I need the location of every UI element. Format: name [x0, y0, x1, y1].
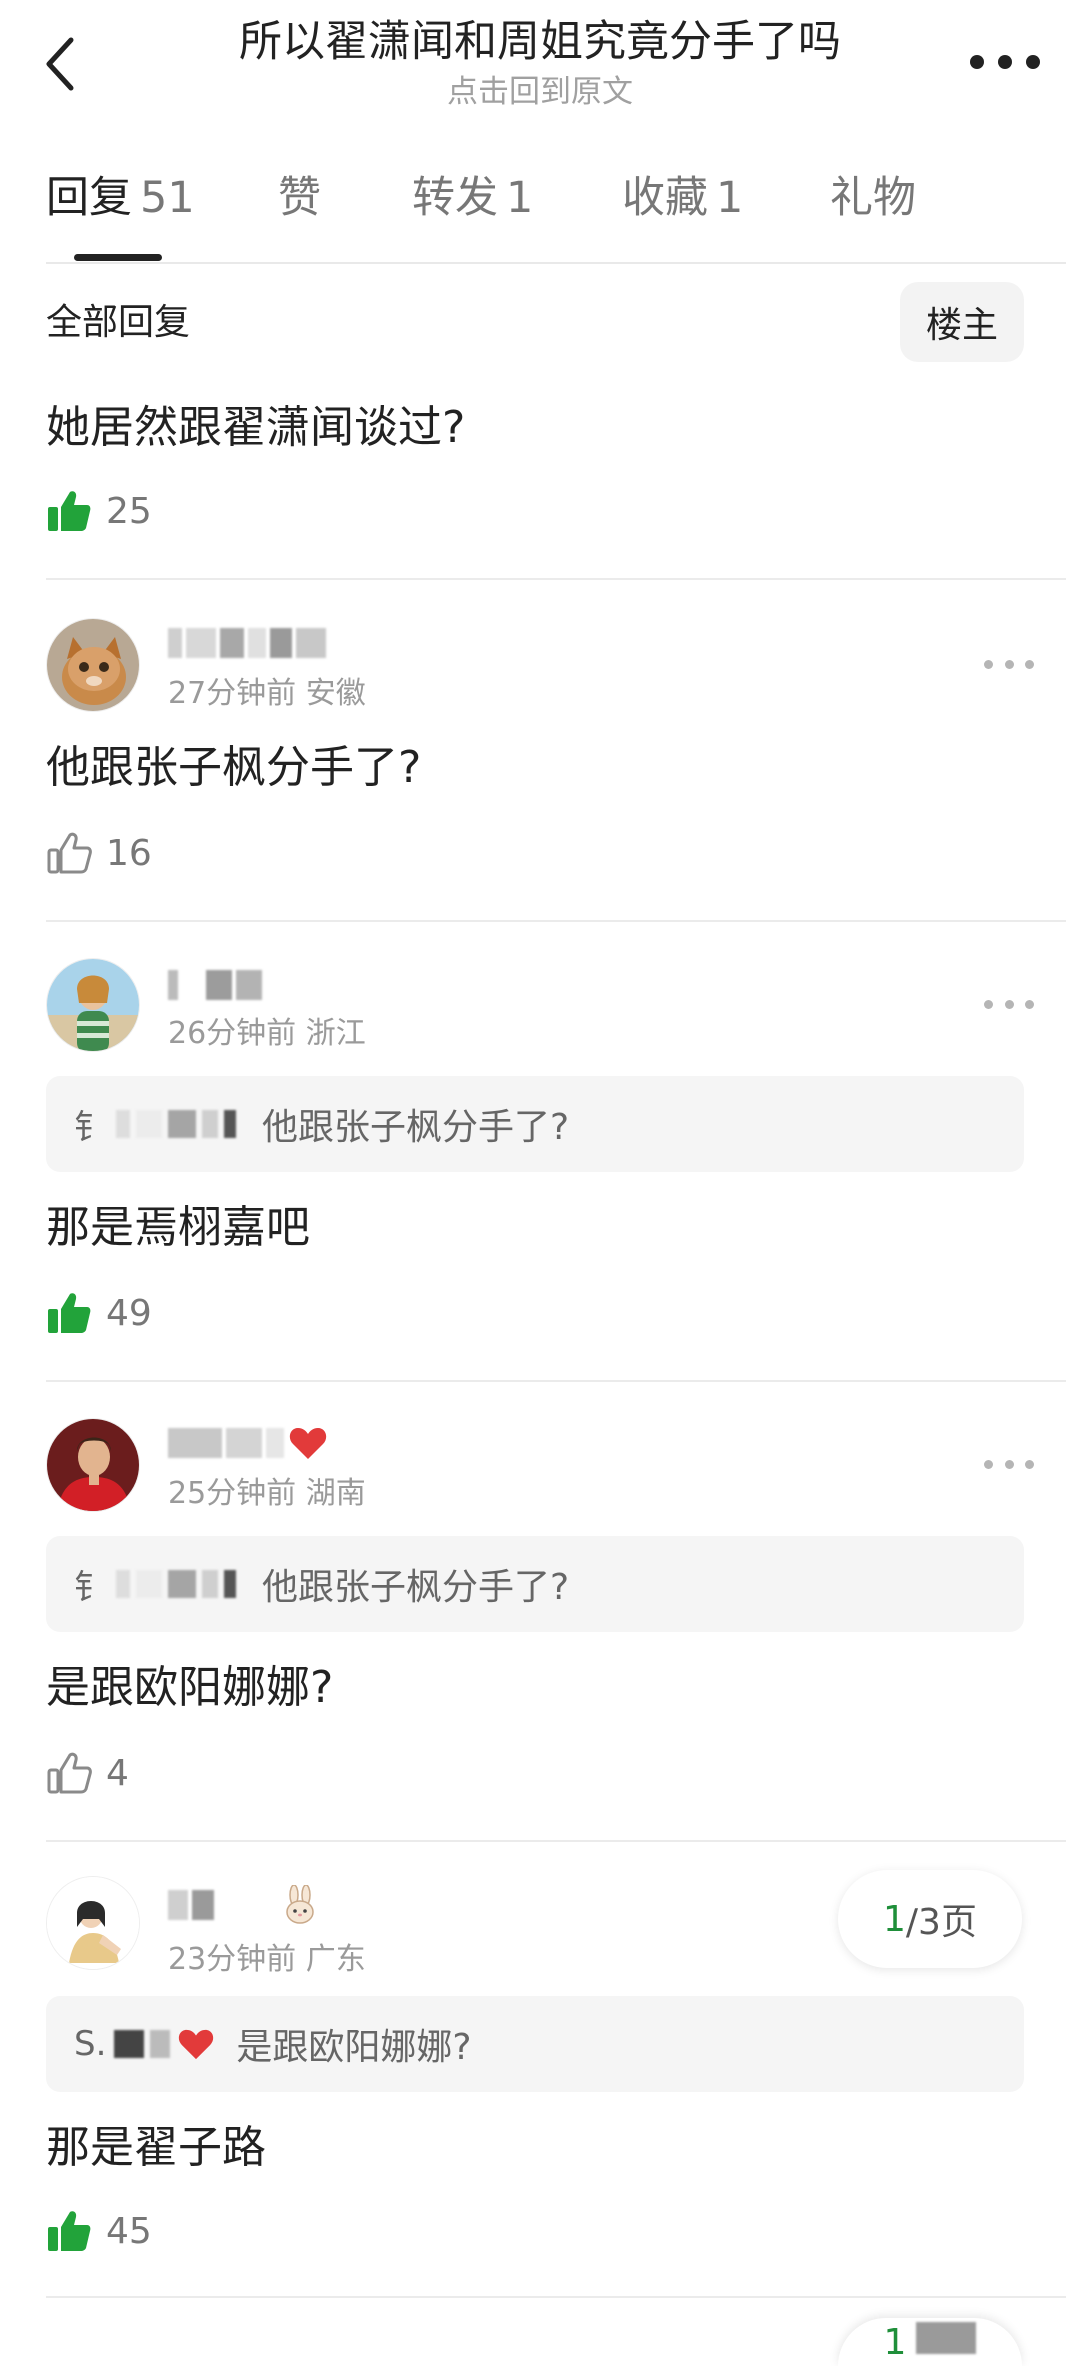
back-to-post-link[interactable]: 点击回到原文: [140, 72, 940, 112]
tab-count: 51: [140, 173, 195, 223]
reply-text: 他跟张子枫分手了?: [46, 742, 422, 793]
reply-text: 是跟欧阳娜娜?: [46, 1662, 334, 1713]
avatar[interactable]: [46, 1876, 140, 1970]
username-redacted[interactable]: [168, 624, 330, 662]
quote-username-redacted: [116, 1570, 242, 1598]
username-redacted[interactable]: [168, 966, 266, 1004]
back-button[interactable]: [30, 26, 90, 102]
quote-user-initial: S.: [74, 2024, 107, 2064]
current-page: 1: [883, 2322, 907, 2363]
reply-text: 那是焉栩嘉吧: [46, 1202, 310, 1253]
thumbs-up-icon: [47, 832, 92, 874]
divider: [46, 262, 1066, 264]
reply-meta: 25分钟前 湖南: [168, 1476, 366, 1511]
reply-text: 那是翟子路: [46, 2122, 266, 2173]
like-count: 16: [106, 832, 152, 874]
thumbs-up-icon: [48, 1293, 91, 1333]
page-title: 所以翟潇闻和周姐究竟分手了吗: [239, 17, 841, 67]
reply-text: 她居然跟翟潇闻谈过?: [46, 402, 466, 453]
ellipsis-icon[interactable]: [984, 994, 1034, 1014]
reply-meta: 26分钟前 浙江: [168, 1016, 366, 1051]
like-button[interactable]: 16: [46, 828, 152, 878]
quote-username-redacted: [116, 1110, 242, 1138]
thumbs-up-icon: [48, 491, 91, 531]
rabbit-icon: [286, 1885, 314, 1924]
tab-reposts[interactable]: 转发 1: [412, 168, 533, 228]
tab-likes[interactable]: 赞: [278, 168, 321, 228]
thumbs-up-icon: [48, 2211, 91, 2251]
like-button[interactable]: 45: [46, 2206, 152, 2256]
op-only-button[interactable]: 楼主: [900, 282, 1024, 362]
tab-replies[interactable]: 回复 51: [46, 168, 195, 228]
tab-gifts[interactable]: 礼物: [830, 168, 916, 228]
divider: [46, 578, 1066, 580]
reply-meta: 23分钟前 广东: [168, 1942, 366, 1977]
cat-avatar-icon: [47, 619, 139, 711]
more-icon[interactable]: [970, 44, 1040, 80]
total-pages: /3页: [905, 1902, 977, 1943]
person-avatar-icon: [47, 959, 139, 1051]
heart-icon: [179, 2029, 214, 2060]
thumbs-up-icon: [47, 1752, 92, 1794]
like-count: 45: [106, 2210, 152, 2252]
divider: [46, 920, 1066, 922]
heart-icon: [289, 1428, 327, 1459]
like-count: 49: [106, 1292, 152, 1334]
avatar[interactable]: [46, 618, 140, 712]
like-button[interactable]: 25: [46, 486, 152, 536]
active-tab-indicator: [74, 254, 162, 261]
person-avatar-icon: [47, 1877, 139, 1969]
divider: [46, 1380, 1066, 1382]
comment-page: 所以翟潇闻和周姐究竟分手了吗 点击回到原文 回复 51 赞 转发 1 收藏 1 礼物 …: [0, 0, 1080, 2366]
tab-favorites[interactable]: 收藏 1: [622, 168, 743, 228]
quote-user-initial: 钅: [74, 1567, 108, 1608]
tab-bar: 回复 51 赞 转发 1 收藏 1 礼物: [0, 156, 1080, 262]
page-indicator[interactable]: 1/3页: [838, 1870, 1022, 1968]
tab-label: 转发: [412, 173, 498, 223]
reply-meta: 27分钟前 安徽: [168, 676, 366, 711]
quote-user-initial: 钅: [74, 1107, 108, 1148]
divider: [46, 1840, 1066, 1842]
current-page: 1: [883, 1898, 906, 1940]
tab-count: 1: [716, 173, 744, 223]
quoted-reply[interactable]: 钅 他跟张子枫分手了?: [46, 1076, 1024, 1172]
tab-label: 回复: [46, 173, 132, 223]
quoted-reply[interactable]: 钅 他跟张子枫分手了?: [46, 1536, 1024, 1632]
avatar[interactable]: [46, 958, 140, 1052]
quote-text: 他跟张子枫分手了?: [262, 1567, 570, 1608]
like-button[interactable]: 4: [46, 1748, 129, 1798]
all-replies-label: 全部回复: [46, 302, 191, 343]
quoted-reply[interactable]: S. 是跟欧阳娜娜?: [46, 1996, 1024, 2092]
quote-text: 是跟欧阳娜娜?: [236, 2027, 472, 2068]
pager-redacted: [916, 2322, 977, 2354]
tab-label: 收藏: [622, 173, 708, 223]
page-indicator[interactable]: 1: [838, 2318, 1022, 2366]
like-button[interactable]: 49: [46, 1288, 152, 1338]
quote-text: 他跟张子枫分手了?: [262, 1107, 570, 1148]
tab-count: 1: [506, 173, 534, 223]
ellipsis-icon[interactable]: [984, 1454, 1034, 1474]
ellipsis-icon[interactable]: [984, 654, 1034, 674]
back-arrow-icon: [46, 37, 74, 91]
avatar[interactable]: [46, 1418, 140, 1512]
person-avatar-icon: [47, 1419, 139, 1511]
tab-label: 赞: [278, 173, 321, 223]
divider: [46, 2296, 1066, 2298]
like-count: 25: [106, 490, 152, 532]
quote-username-redacted: [114, 2027, 216, 2061]
username-redacted[interactable]: [168, 1885, 320, 1924]
tab-label: 礼物: [830, 173, 916, 223]
username-redacted[interactable]: [168, 1424, 328, 1462]
like-count: 4: [106, 1752, 129, 1794]
